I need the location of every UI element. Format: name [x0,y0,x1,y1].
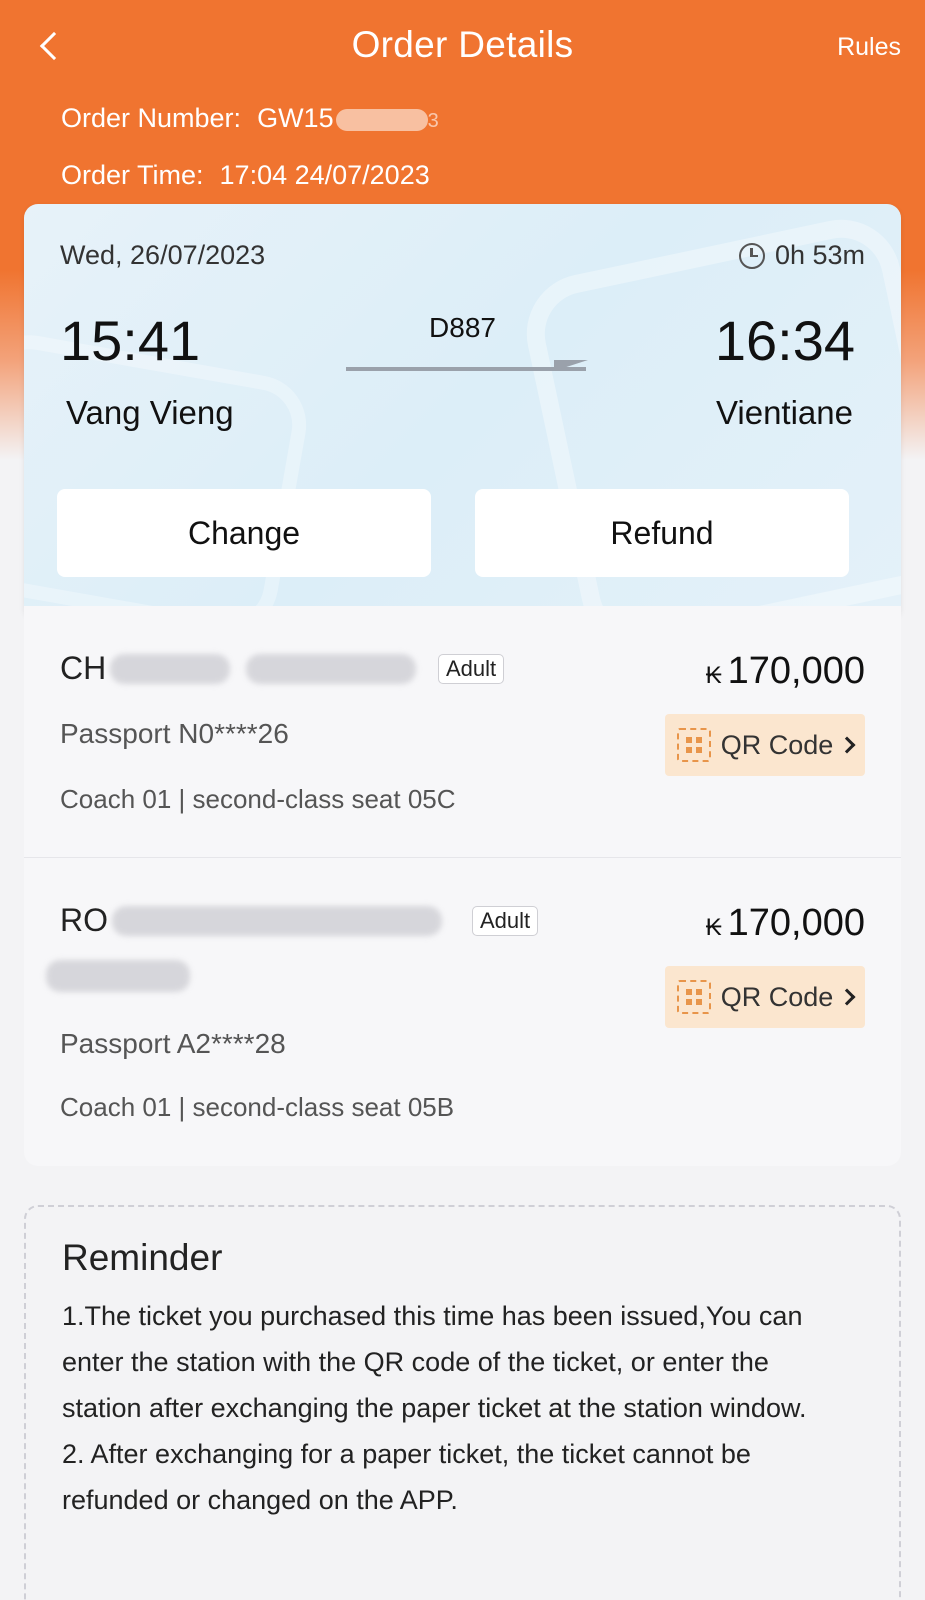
qr-code-icon [676,728,711,762]
chevron-right-icon [838,736,856,754]
reminder-item: 2. After exchanging for a paper ticket, … [62,1439,751,1515]
departure-station: Vang Vieng [66,394,234,431]
route-arrow-icon [346,360,588,374]
currency-symbol: ₭ [705,914,722,941]
duration-text: 0h 53m [774,240,865,270]
arrival-time: 16:34 [714,309,855,372]
trip-duration: 0h 53m [738,240,865,271]
passenger-name-text: CH [60,650,107,686]
order-details-page: Order Details Rules Order Number: GW15 3 O… [0,0,925,1600]
order-time-row: Order Time: 17:04 24/07/2023 [61,160,430,191]
order-number-value: GW15 [257,103,334,133]
refund-button[interactable]: Refund [475,489,849,577]
page-title: Order Details [351,24,574,65]
passenger-price: ₭ 170,000 [706,650,865,693]
passenger-item: RO Adult ₭ 170,000 QR Code Passport A2**… [24,858,901,1166]
order-time-label: Order Time: [61,160,204,190]
reminder-title: Reminder [62,1237,223,1278]
passenger-name: RO [60,902,442,939]
order-number-redaction [335,108,428,131]
name-redaction [246,653,417,684]
qr-code-icon [676,980,711,1014]
passenger-item: CH Adult ₭ 170,000 Passport N0****26 QR … [24,606,901,858]
name-redaction [112,905,442,936]
change-button[interactable]: Change [57,489,431,577]
order-number-row: Order Number: GW15 3 [61,103,439,134]
price-value: 170,000 [727,650,865,692]
passengers-card: CH Adult ₭ 170,000 Passport N0****26 QR … [24,606,901,1166]
passport-number: Passport N0****26 [60,718,289,749]
order-number-label: Order Number: [61,103,242,133]
qr-code-button[interactable]: QR Code [665,714,865,776]
qr-code-button[interactable]: QR Code [665,966,865,1028]
name-redaction [110,653,231,684]
name-redaction [46,960,190,992]
order-time-value: 17:04 24/07/2023 [219,160,430,190]
qr-code-label: QR Code [720,981,834,1012]
seat-info: Coach 01 | second-class seat 05B [60,1092,455,1122]
trip-date: Wed, 26/07/2023 [60,240,266,270]
passenger-name: CH [60,650,417,687]
reminder-item: 1.The ticket you purchased this time has… [62,1301,807,1423]
currency-symbol: ₭ [705,662,722,689]
passenger-name-text: RO [60,902,108,938]
qr-code-label: QR Code [720,729,834,760]
seat-info: Coach 01 | second-class seat 05C [60,784,456,814]
reminder-box: Reminder 1.The ticket you purchased this… [24,1205,901,1600]
clock-icon [738,242,765,269]
chevron-right-icon [838,988,856,1006]
reminder-text: 1.The ticket you purchased this time has… [62,1293,842,1523]
passenger-price: ₭ 170,000 [706,902,865,945]
order-number-tail: 3 [427,110,439,132]
passenger-type-tag: Adult [472,906,539,936]
trip-card: Wed, 26/07/2023 0h 53m 15:41 D887 16:34 … [24,204,901,620]
top-bar: Order Details Rules [0,0,925,92]
rules-link[interactable]: Rules [837,33,901,62]
passport-number: Passport A2****28 [60,1028,286,1059]
arrival-station: Vientiane [715,394,853,431]
price-value: 170,000 [727,902,865,944]
passenger-type-tag: Adult [438,654,505,684]
